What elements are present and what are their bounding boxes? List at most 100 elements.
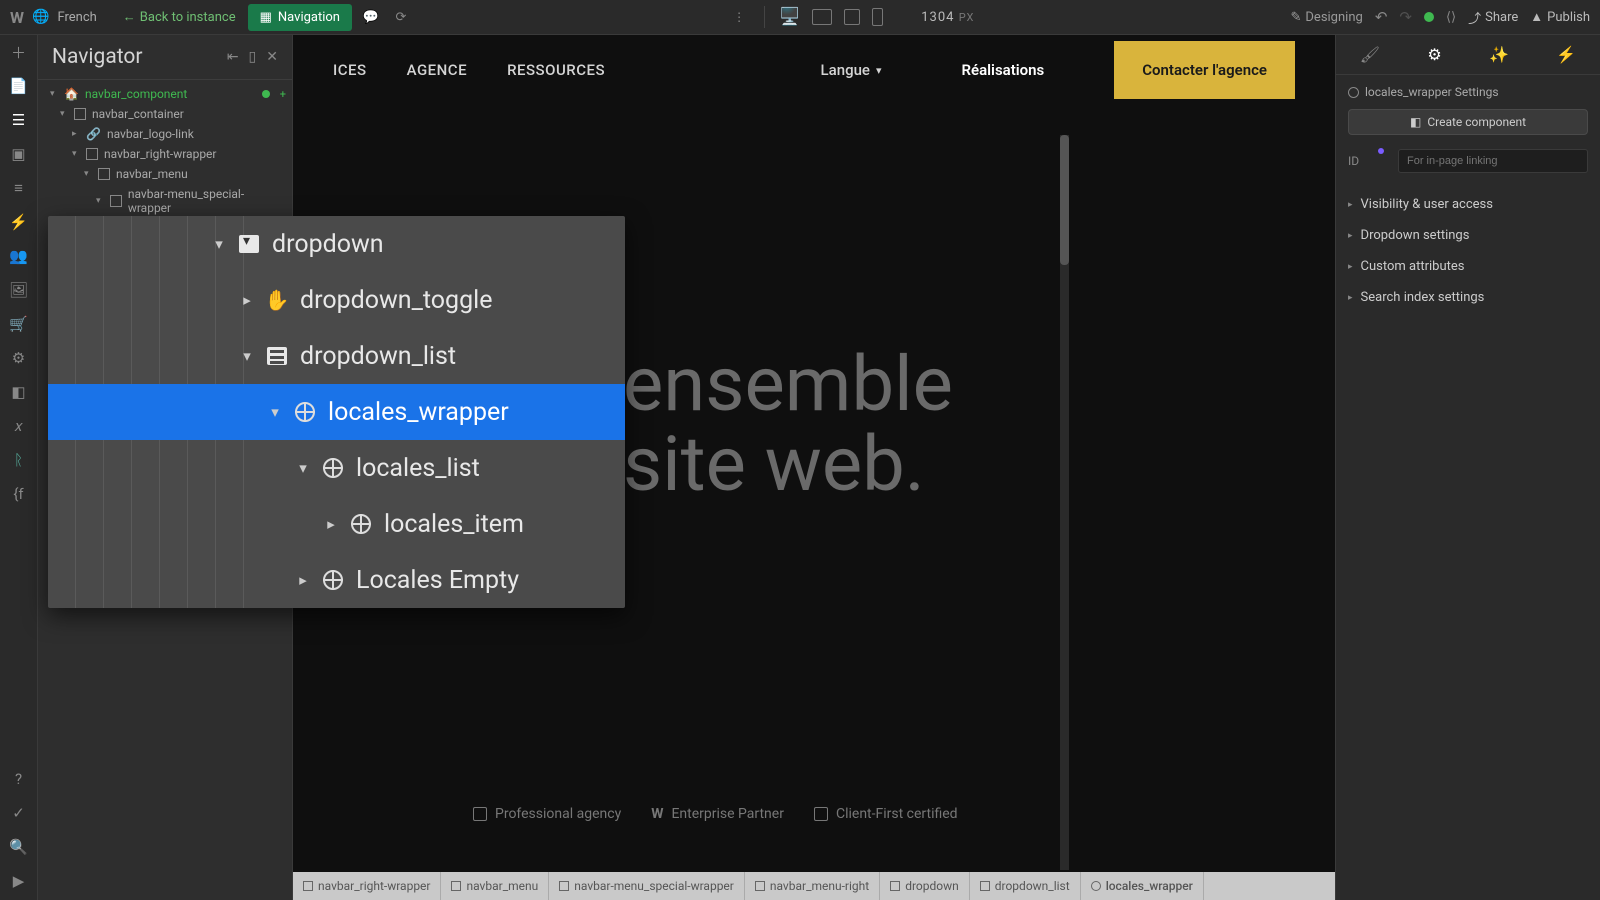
topbar: W 🌐 French ← Back to instance ▦ Navigati… <box>0 0 1600 35</box>
undo-icon[interactable]: ↶ <box>1375 8 1388 26</box>
globe-icon <box>323 570 343 590</box>
pages-icon[interactable]: 📄 <box>10 77 28 95</box>
crumb-2[interactable]: navbar-menu_special-wrapper <box>549 872 745 900</box>
device-tablet-icon[interactable] <box>844 9 860 25</box>
hand-icon: ✋ <box>266 289 288 311</box>
dropdown-icon <box>239 235 259 253</box>
tree-row-logo-link[interactable]: ▸🔗 navbar_logo-link <box>38 124 292 144</box>
list-icon <box>267 347 287 365</box>
video-icon[interactable]: ▶ <box>10 872 28 890</box>
section-custom-attributes[interactable]: ▸Custom attributes <box>1348 251 1588 282</box>
crumb-1[interactable]: navbar_menu <box>441 872 549 900</box>
navigator-icon[interactable]: ☰ <box>10 111 28 129</box>
check-icon[interactable]: ✓ <box>10 804 28 822</box>
zoom-row-locales-wrapper[interactable]: ▾locales_wrapper <box>48 384 625 440</box>
tab-style-icon[interactable]: 🖌 <box>1350 39 1390 70</box>
section-dropdown-settings[interactable]: ▸Dropdown settings <box>1348 220 1588 251</box>
zoom-row-locales-item[interactable]: ▸locales_item <box>48 496 625 552</box>
nav-realisations[interactable]: Réalisations <box>962 61 1045 79</box>
badge-partner: WEnterprise Partner <box>651 806 784 822</box>
localization-icon[interactable]: ᚱ <box>10 451 28 469</box>
section-visibility[interactable]: ▸Visibility & user access <box>1348 189 1588 220</box>
right-panel-tabs: 🖌 ⚙ ✨ ⚡ <box>1336 35 1600 75</box>
zoom-row-dropdown[interactable]: ▾dropdown <box>48 216 625 272</box>
code-icon[interactable]: ⟨⟩ <box>1446 10 1456 25</box>
device-mobile-icon[interactable] <box>872 8 883 26</box>
zoom-row-dropdown-toggle[interactable]: ▸✋dropdown_toggle <box>48 272 625 328</box>
section-search-index[interactable]: ▸Search index settings <box>1348 282 1588 313</box>
logic-icon[interactable]: ⚡ <box>10 213 28 231</box>
audit-icon[interactable]: {f <box>10 485 28 503</box>
navigation-tab[interactable]: ▦ Navigation <box>248 4 352 31</box>
footer-badges: Professional agency WEnterprise Partner … <box>473 806 958 822</box>
variables-icon[interactable]: 𝑥 <box>10 417 28 435</box>
designing-mode[interactable]: ✎ Designing <box>1290 10 1362 25</box>
cta-button[interactable]: Contacter l'agence <box>1114 41 1295 99</box>
add-icon[interactable]: ＋ <box>10 43 28 61</box>
tree-row-right-wrapper[interactable]: ▾ navbar_right-wrapper <box>38 144 292 164</box>
globe-icon <box>323 458 343 478</box>
id-input[interactable] <box>1398 149 1588 173</box>
comment-icon[interactable]: 💬 <box>360 6 382 28</box>
globe-icon <box>351 514 371 534</box>
navigator-zoom-popup: ▾dropdown ▸✋dropdown_toggle ▾dropdown_li… <box>48 216 625 608</box>
canvas-scrollbar[interactable] <box>1060 135 1069 870</box>
share-button[interactable]: ⤴ Share <box>1468 8 1518 27</box>
apps-icon[interactable]: ◧ <box>10 383 28 401</box>
refresh-icon[interactable]: ⟳ <box>390 6 412 28</box>
badge-pro: Professional agency <box>473 806 621 822</box>
help-icon[interactable]: ? <box>10 770 28 788</box>
component-icon: ◧ <box>1410 115 1421 129</box>
globe-icon: 🌐 <box>32 9 49 25</box>
zoom-row-locales-empty[interactable]: ▸Locales Empty <box>48 552 625 608</box>
cms-icon[interactable]: ≡ <box>10 179 28 197</box>
globe-icon <box>295 402 315 422</box>
crumb-4[interactable]: dropdown <box>880 872 970 900</box>
tree-row-special-wrapper[interactable]: ▾ navbar-menu_special-wrapper <box>38 184 292 218</box>
settings-icon[interactable]: ⚙ <box>10 349 28 367</box>
panel-icon[interactable]: ▯ <box>249 49 257 65</box>
crumb-0[interactable]: navbar_right-wrapper <box>293 872 441 900</box>
nav-services[interactable]: ICES <box>333 61 367 79</box>
tab-settings-icon[interactable]: ⚙ <box>1417 39 1451 70</box>
nav-icon: ▦ <box>260 10 272 25</box>
tree-row-component[interactable]: ▾🏠 navbar_component + <box>38 84 292 104</box>
crumb-6[interactable]: locales_wrapper <box>1081 872 1204 900</box>
badge-cf: Client-First certified <box>814 806 958 822</box>
overflow-icon[interactable]: ⋮ <box>728 6 750 28</box>
back-to-instance-link[interactable]: ← Back to instance <box>123 9 236 25</box>
search-icon[interactable]: 🔍 <box>10 838 28 856</box>
tab-effects-icon[interactable]: ⚡ <box>1546 39 1586 70</box>
tree-row-container[interactable]: ▾ navbar_container <box>38 104 292 124</box>
zoom-row-dropdown-list[interactable]: ▾dropdown_list <box>48 328 625 384</box>
id-label: ID <box>1348 154 1372 168</box>
assets-icon[interactable]: 🖼 <box>10 281 28 299</box>
device-desktop-icon[interactable]: 🖥️ <box>779 7 800 27</box>
tab-interactions-icon[interactable]: ✨ <box>1479 39 1519 70</box>
tree-row-menu[interactable]: ▾ navbar_menu <box>38 164 292 184</box>
webflow-logo-icon[interactable]: W <box>10 8 24 27</box>
device-laptop-icon[interactable] <box>812 9 832 25</box>
nav-agence[interactable]: AGENCE <box>407 61 467 79</box>
globe-icon <box>1348 87 1359 98</box>
nav-ressources[interactable]: RESSOURCES <box>507 61 605 79</box>
locale-label[interactable]: French <box>57 10 96 25</box>
chevron-down-icon: ▾ <box>876 64 882 77</box>
crumb-5[interactable]: dropdown_list <box>970 872 1081 900</box>
close-icon[interactable]: ✕ <box>266 49 278 65</box>
zoom-row-locales-list[interactable]: ▾locales_list <box>48 440 625 496</box>
canvas-width[interactable]: 1304 PX <box>921 10 974 25</box>
nav-langue[interactable]: Langue ▾ <box>821 61 882 79</box>
users-icon[interactable]: 👥 <box>10 247 28 265</box>
variable-indicator-icon <box>1378 148 1384 154</box>
breadcrumb: navbar_right-wrapper navbar_menu navbar-… <box>293 872 1335 900</box>
create-component-button[interactable]: ◧ Create component <box>1348 109 1588 135</box>
pin-icon[interactable]: ⇤ <box>227 49 239 65</box>
publish-button[interactable]: ▲ Publish <box>1530 9 1590 25</box>
crumb-3[interactable]: navbar_menu-right <box>745 872 880 900</box>
hero-text: ensemble site web. <box>623 345 953 505</box>
redo-icon[interactable]: ↷ <box>1399 8 1412 26</box>
components-icon[interactable]: ▣ <box>10 145 28 163</box>
settings-title: locales_wrapper Settings <box>1348 85 1588 99</box>
ecommerce-icon[interactable]: 🛒 <box>10 315 28 333</box>
